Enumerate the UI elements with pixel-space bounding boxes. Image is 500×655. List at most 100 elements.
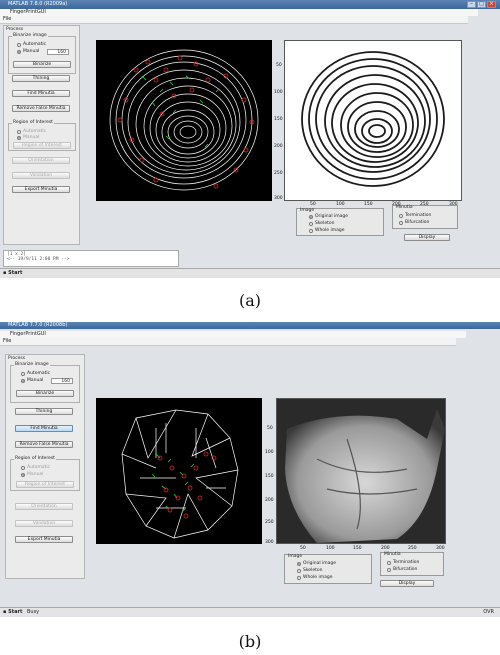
radio-skeleton[interactable]: Skeleton xyxy=(309,221,334,226)
fingerprint-skeleton-drawing xyxy=(109,49,259,191)
find-minutia-button[interactable]: Find Minutia xyxy=(12,90,70,97)
menu-file[interactable]: File xyxy=(0,338,456,346)
menu-file[interactable]: File xyxy=(0,16,468,24)
binarize-button[interactable]: Binarize xyxy=(16,390,74,397)
roi-radio-manual[interactable]: Manual xyxy=(21,472,43,477)
radio-termination[interactable]: Termination xyxy=(399,213,431,218)
y-tick: 150 xyxy=(274,117,283,122)
remove-false-minutia-button[interactable]: Remove False Minutia xyxy=(12,105,70,112)
command-window[interactable]: [1 x 2] <-- 19/9/11 2:08 PM --> xyxy=(3,250,179,267)
thinning-button[interactable]: Thining xyxy=(15,408,73,415)
radio-manual[interactable]: Manual xyxy=(21,378,43,383)
x-tick: 300 xyxy=(436,546,445,551)
display-button[interactable]: Display xyxy=(404,234,450,241)
roi-group: Region of Interest Automatic Manual Regi… xyxy=(10,456,80,491)
image-options-group: Image Original image Skeleton Whole imag… xyxy=(296,208,384,236)
start-button[interactable]: ▪ Start xyxy=(0,608,25,616)
radio-icon xyxy=(17,42,21,47)
y-tick: 300 xyxy=(265,540,274,545)
taskbar: ▪ Start xyxy=(0,268,500,277)
radio-icon xyxy=(297,568,301,573)
radio-icon xyxy=(21,465,25,470)
palm-original-axes xyxy=(276,398,446,544)
export-minutia-button[interactable]: Export Minutia xyxy=(12,186,70,193)
y-tick: 150 xyxy=(265,474,274,479)
radio-icon xyxy=(17,129,21,134)
maximize-button[interactable]: □ xyxy=(477,1,486,8)
roi-group-label: Region of Interest xyxy=(14,456,56,461)
region-of-interest-button[interactable]: Region of Interest xyxy=(16,481,74,488)
caption-b: (b) xyxy=(238,632,262,651)
roi-radio-manual[interactable]: Manual xyxy=(17,135,39,140)
radio-original-image[interactable]: Original image xyxy=(297,561,336,566)
radio-bifurcation[interactable]: Bifurcation xyxy=(399,220,429,225)
y-tick: 250 xyxy=(265,520,274,525)
window-title: MATLAB 7.7.0 (R2008b) xyxy=(8,322,68,328)
screenshot-b: MATLAB 7.7.0 (R2008b) FingerPrintGUI Fil… xyxy=(0,322,500,617)
binarize-group-label: Binarize image xyxy=(14,362,50,367)
status-ovr: OVR xyxy=(483,609,494,615)
radio-whole-image[interactable]: Whole image xyxy=(309,228,345,233)
x-tick: 150 xyxy=(353,546,362,551)
process-panel: Process Binarize image Automatic Manual … xyxy=(3,25,80,245)
radio-termination[interactable]: Termination xyxy=(387,560,419,565)
minutia-group-label: Minutia xyxy=(384,552,401,557)
skeleton-image xyxy=(96,40,272,201)
validation-button[interactable]: Validation xyxy=(12,172,70,179)
x-tick: 200 xyxy=(381,546,390,551)
binarize-group-label: Binarize image xyxy=(12,33,48,38)
y-tick: 200 xyxy=(265,498,274,503)
threshold-input[interactable]: 160 xyxy=(47,49,69,55)
radio-selected-icon xyxy=(309,214,313,219)
radio-icon xyxy=(399,213,403,218)
command-line: <-- 19/9/11 2:08 PM --> xyxy=(7,257,70,262)
original-image-axes xyxy=(284,40,462,201)
thinning-button[interactable]: Thining xyxy=(12,75,70,82)
figure-title: FingerPrintGUI xyxy=(0,331,466,338)
image-group-label: Image xyxy=(300,208,315,213)
roi-radio-automatic[interactable]: Automatic xyxy=(17,129,46,134)
radio-automatic[interactable]: Automatic xyxy=(21,371,50,376)
x-tick: 50 xyxy=(300,546,306,551)
radio-manual[interactable]: Manual xyxy=(17,49,39,54)
roi-group-label: Region of Interest xyxy=(12,120,54,125)
minimize-button[interactable]: – xyxy=(467,1,476,8)
find-minutia-button[interactable]: Find Minutia xyxy=(15,425,73,432)
minutia-group-label: Minutia xyxy=(396,205,413,210)
radio-selected-icon xyxy=(17,135,21,140)
image-group-label: Image xyxy=(288,554,303,559)
caption-a: (a) xyxy=(238,291,262,310)
region-of-interest-button[interactable]: Region of Interest xyxy=(13,142,71,149)
binarize-group: Binarize image Automatic Manual 160 Bina… xyxy=(8,33,76,74)
y-tick: 250 xyxy=(274,171,283,176)
radio-selected-icon xyxy=(21,472,25,477)
radio-original-image[interactable]: Original image xyxy=(309,214,348,219)
start-button[interactable]: ▪ Start xyxy=(0,269,25,277)
binarize-button[interactable]: Binarize xyxy=(13,61,71,68)
radio-selected-icon xyxy=(21,378,25,383)
validation-button[interactable]: Validation xyxy=(15,520,73,527)
threshold-input[interactable]: 160 xyxy=(51,378,73,384)
close-button[interactable]: × xyxy=(487,1,496,8)
radio-icon xyxy=(399,220,403,225)
radio-whole-image[interactable]: Whole image xyxy=(297,575,333,580)
radio-automatic[interactable]: Automatic xyxy=(17,42,46,47)
figure-title: FingerPrintGUI xyxy=(0,9,478,16)
export-minutia-button[interactable]: Export Minutia xyxy=(15,536,73,543)
radio-selected-icon xyxy=(17,49,21,54)
display-button[interactable]: Display xyxy=(380,580,434,587)
bifurcation-markers xyxy=(151,453,195,513)
roi-group: Region of Interest Automatic Manual Regi… xyxy=(8,120,76,151)
orientation-button[interactable]: Orientation xyxy=(15,503,73,510)
radio-skeleton[interactable]: Skeleton xyxy=(297,568,322,573)
radio-icon xyxy=(297,575,301,580)
radio-icon xyxy=(387,567,391,572)
roi-radio-automatic[interactable]: Automatic xyxy=(21,465,50,470)
y-tick: 50 xyxy=(267,426,273,431)
fingerprint-original-drawing xyxy=(301,51,445,187)
remove-false-minutia-button[interactable]: Remove False Minutia xyxy=(15,441,73,448)
radio-icon xyxy=(387,560,391,565)
radio-bifurcation[interactable]: Bifurcation xyxy=(387,567,417,572)
orientation-button[interactable]: Orientation xyxy=(12,157,70,164)
status-text: Busy xyxy=(26,609,40,615)
